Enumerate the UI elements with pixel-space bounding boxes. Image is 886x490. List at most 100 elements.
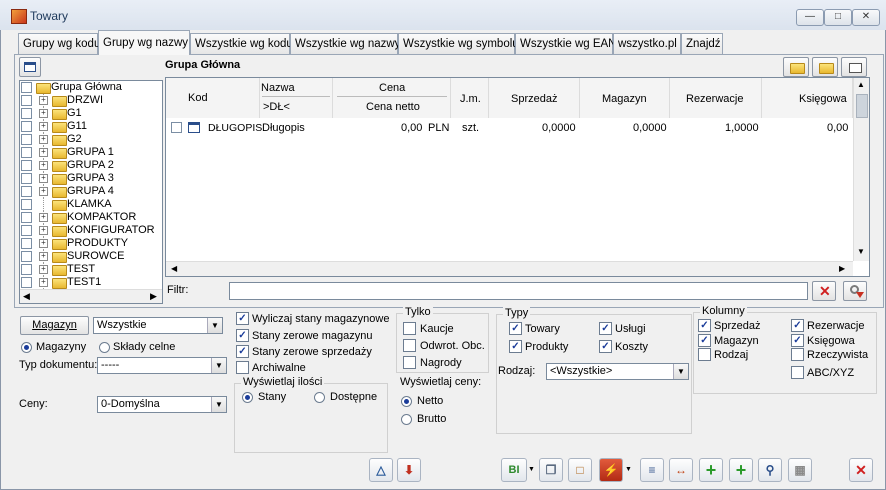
delete-button[interactable]: ▦ [788,458,812,482]
group-tree[interactable]: Grupa Główna + DRZWI + G1 + G11 + G2 + GRUPA 1 + GR… [19,80,163,304]
lightning-dropdown-chevron-down-icon[interactable]: ▼ [625,466,632,473]
merge-button[interactable]: ↔ [669,458,693,482]
typ-dokumentu-select[interactable]: ----- ▼ [97,357,227,374]
tab-wszystkie-wg-nazwy[interactable]: Wszystkie wg nazwy [290,33,400,54]
tree-item[interactable]: + TEST1 [20,276,162,289]
bi-button[interactable]: BI [501,458,527,482]
tree-checkbox[interactable] [21,225,32,236]
dostepne-radio[interactable] [314,392,325,403]
tab-wszystko-pl[interactable]: wszystko.pl [613,33,681,54]
tree-item[interactable]: + SUROWCE [20,250,162,263]
stany-zerowe-sprzedazy-checkbox[interactable]: ✓ [236,345,249,358]
expand-icon[interactable]: + [39,109,48,118]
copy-button[interactable]: ❐ [539,458,563,482]
col-rezerwacje[interactable]: Rezerwacje [670,78,762,118]
add-button[interactable]: + [729,458,753,482]
tree-checkbox[interactable] [21,264,32,275]
expand-icon[interactable]: + [39,213,48,222]
magazyny-radio[interactable] [21,342,32,353]
close-button[interactable]: ✕ [849,458,873,482]
scroll-left-icon[interactable]: ◀ [171,264,177,273]
chevron-down-icon[interactable]: ▼ [211,397,226,412]
tree-item[interactable]: + PRODUKTY [20,237,162,250]
grid-hscroll[interactable]: ◀ ▶ [166,261,853,276]
hierarchy-button[interactable]: △ [369,458,393,482]
tree-item[interactable]: + TEST [20,263,162,276]
wyliczaj-checkbox[interactable]: ✓ [236,312,249,325]
clear-filter-button[interactable]: ✕ [812,281,836,301]
folder-view-button[interactable] [841,57,867,77]
uslugi-checkbox[interactable]: ✓ [599,322,612,335]
tab-grupy-wg-kodu[interactable]: Grupy wg kodu [18,33,100,54]
tab-wszystkie-wg-symbolu[interactable]: Wszystkie wg symbolu [398,33,519,54]
expand-icon[interactable]: + [39,278,48,287]
nagrody-checkbox[interactable] [403,356,416,369]
expand-icon[interactable]: + [39,174,48,183]
folder-open-button[interactable] [812,57,838,77]
chevron-down-icon[interactable]: ▼ [673,364,688,379]
chevron-down-icon[interactable]: ▼ [207,318,222,333]
scroll-right-icon[interactable]: ▶ [150,291,157,302]
expand-icon[interactable]: + [39,239,48,248]
tree-item[interactable]: + GRUPA 3 [20,172,162,185]
towary-checkbox[interactable]: ✓ [509,322,522,335]
expand-icon[interactable]: + [39,96,48,105]
tree-checkbox[interactable] [21,147,32,158]
tree-item[interactable]: + G1 [20,107,162,120]
stany-zerowe-magazynu-checkbox[interactable]: ✓ [236,329,249,342]
clipboard-button[interactable]: □ [568,458,592,482]
archiwalne-checkbox[interactable] [236,361,249,374]
tree-item[interactable]: + KONFIGURATOR [20,224,162,237]
tab-wszystkie-wg-kodu[interactable]: Wszystkie wg kodu [190,33,293,54]
tree-checkbox[interactable] [21,212,32,223]
tree-checkbox[interactable] [21,186,32,197]
expand-icon[interactable]: + [39,148,48,157]
tab-znajdz[interactable]: Znajdź [681,33,723,54]
ceny-select[interactable]: 0-Domyślna ▼ [97,396,227,413]
filter-input[interactable] [229,282,808,300]
add-copy-button[interactable]: + [699,458,723,482]
maximize-button[interactable]: □ [824,9,852,26]
expand-icon[interactable]: + [39,252,48,261]
scroll-left-icon[interactable]: ◀ [23,291,30,302]
magazyn-button[interactable]: Magazyn [20,316,89,335]
tree-checkbox[interactable] [21,238,32,249]
tree-checkbox[interactable] [21,160,32,171]
advanced-filter-button[interactable] [843,281,867,301]
col-magazyn[interactable]: Magazyn [580,78,670,118]
tree-checkbox[interactable] [21,277,32,288]
col-jm[interactable]: J.m. [451,78,489,118]
lightning-button[interactable]: ⚡ [599,458,623,482]
col-kod[interactable]: Kod [166,78,260,118]
products-grid[interactable]: Kod Nazwa >DŁ< Cena Cena netto J.m. Sprz… [165,77,870,277]
tree-view-button[interactable] [19,57,41,77]
col-sprzedaz[interactable]: Sprzedaż [489,78,580,118]
tree-checkbox[interactable] [21,95,32,106]
scroll-down-icon[interactable]: ▼ [857,247,865,256]
kaucje-checkbox[interactable] [403,322,416,335]
close-window-button[interactable]: ✕ [852,9,880,26]
produkty-checkbox[interactable]: ✓ [509,340,522,353]
col-cena[interactable]: Cena Cena netto [333,78,451,118]
tree-checkbox[interactable] [21,173,32,184]
stany-radio[interactable] [242,392,253,403]
chevron-down-icon[interactable]: ▼ [211,358,226,373]
scroll-right-icon[interactable]: ▶ [839,264,845,273]
steps-button[interactable]: ≡ [640,458,664,482]
expand-icon[interactable]: + [39,187,48,196]
tree-item[interactable]: + GRUPA 1 [20,146,162,159]
tree-checkbox[interactable] [21,251,32,262]
export-button[interactable]: ⬇ [397,458,421,482]
col-sprzedaz-checkbox[interactable]: ✓ [698,319,711,332]
tree-scrollbar[interactable]: ◀ ▶ [20,289,162,303]
brutto-radio[interactable] [401,414,412,425]
col-ksiegowa[interactable]: Księgowa [762,78,853,118]
tree-item[interactable]: + G2 [20,133,162,146]
rodzaj-select[interactable]: <Wszystkie> ▼ [546,363,689,380]
expand-icon[interactable]: + [39,226,48,235]
sklady-celne-radio[interactable] [99,342,110,353]
col-nazwa[interactable]: Nazwa >DŁ< [260,78,333,118]
col-magazyn-checkbox[interactable]: ✓ [698,334,711,347]
tree-item[interactable]: + GRUPA 2 [20,159,162,172]
folder-up-button[interactable] [783,57,809,77]
